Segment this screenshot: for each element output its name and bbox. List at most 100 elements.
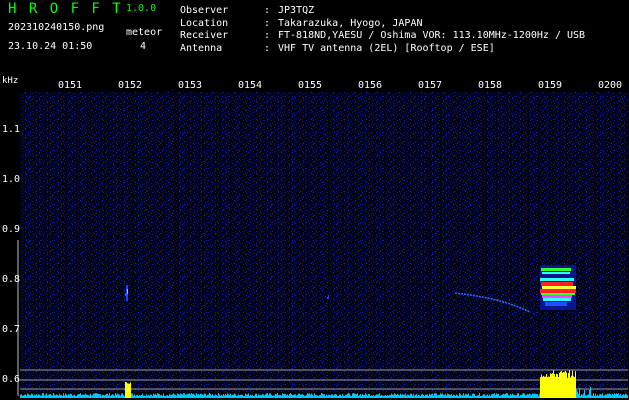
signal-level-bar [42,393,43,398]
signal-level-bar [200,393,201,398]
signal-level-bar [302,394,303,398]
signal-level-bar [191,393,192,398]
time-tick: 0152 [118,80,143,91]
signal-level-bar [280,395,281,398]
signal-level-bar [86,394,87,398]
signal-level-bar [35,395,36,398]
signal-level-bar [72,395,73,398]
signal-level-bar [189,393,190,398]
signal-level-bar [37,395,38,398]
file-name: 202310240150.png [8,22,105,33]
signal-level-bar [122,393,123,398]
signal-level-bar [53,393,54,398]
info-key: Receiver [180,30,229,41]
signal-level-bar [45,394,46,398]
signal-level-bar [571,375,572,398]
info-row-antenna: Antenna: VHF TV antenna (2EL) [Rooftop / … [180,43,585,56]
signal-level-bar [558,377,559,398]
signal-level-bar [97,393,98,398]
signal-level-bar [209,393,210,398]
signal-level-bar [509,395,510,398]
signal-level-bar [326,394,327,398]
signal-level-bar [565,371,566,398]
signal-level-bar [175,394,176,398]
signal-level-bar [73,395,74,398]
signal-level-bar [580,395,581,398]
signal-level-bar [363,394,364,398]
info-colon: : [264,30,271,41]
signal-level-bar [289,393,290,398]
signal-level-bar [490,395,491,398]
signal-level-bar [247,394,248,398]
signal-level-bar [482,395,483,398]
signal-level-bar [597,394,598,398]
signal-level-bar [504,394,505,398]
signal-level-bar [319,394,320,398]
signal-level-bar [244,395,245,398]
signal-level-bar [550,373,551,398]
signal-level-bar [253,395,254,398]
meteor-echo-0159 [540,265,576,310]
signal-level-bar [459,393,460,398]
signal-level-bar [107,393,108,398]
signal-level-bar [299,393,300,398]
signal-level-bar [33,395,34,398]
signal-level-bar [562,372,563,398]
signal-level-bar [34,394,35,398]
signal-level-bar [210,394,211,398]
signal-level-bar [471,395,472,398]
signal-level-bar [61,394,62,398]
signal-level-bar [329,395,330,398]
signal-level-bar [288,395,289,398]
signal-level-bar [179,394,180,398]
signal-level-bar [127,383,128,398]
signal-level-bar [128,383,129,398]
station-info: Observer: JP3TQZ Location: Takarazuka, Hyo… [180,5,585,55]
signal-level-bar [31,393,32,398]
signal-level-bar [131,393,132,398]
signal-level-bar [41,395,42,398]
info-key: Antenna [180,42,223,54]
signal-level-bar [76,395,77,398]
signal-level-bar [356,394,357,398]
signal-level-bar [30,395,31,398]
signal-level-bar [194,394,195,398]
signal-level-bar [618,393,619,398]
signal-level-bar [98,393,99,398]
signal-level-bar [575,371,576,398]
signal-level-bar [77,394,78,398]
signal-level-bar [170,394,171,398]
signal-level-bar [408,394,409,398]
signal-level-bar [567,377,568,398]
signal-level-bar [317,395,318,398]
signal-level-bar [520,395,521,398]
signal-level-bar [252,394,253,398]
signal-level-bar [351,395,352,398]
signal-level-bar [429,393,430,398]
signal-level-bar [625,393,626,398]
time-tick: 0153 [178,80,203,91]
signal-level-bar [23,395,24,398]
signal-level-bar [208,394,209,398]
signal-level-bar [198,394,199,398]
signal-level-bar [102,395,103,398]
signal-level-bar [250,394,251,398]
signal-level-bar [397,393,398,398]
signal-level-bar [158,393,159,398]
signal-level-bar [446,395,447,398]
signal-level-bar [246,394,247,398]
signal-level-bar [172,394,173,398]
signal-level-bar [279,394,280,398]
signal-level-bar [315,394,316,398]
signal-level-bar [134,394,135,398]
signal-level-bar [223,394,224,398]
signal-level-bar [144,395,145,398]
signal-level-bar [264,395,265,398]
signal-level-bar [528,394,529,398]
signal-level-bar [531,395,532,398]
signal-level-bar [492,393,493,398]
signal-level-bar [161,394,162,398]
signal-level-bar [380,395,381,398]
signal-level-bar [186,394,187,398]
signal-level-bar [505,393,506,398]
